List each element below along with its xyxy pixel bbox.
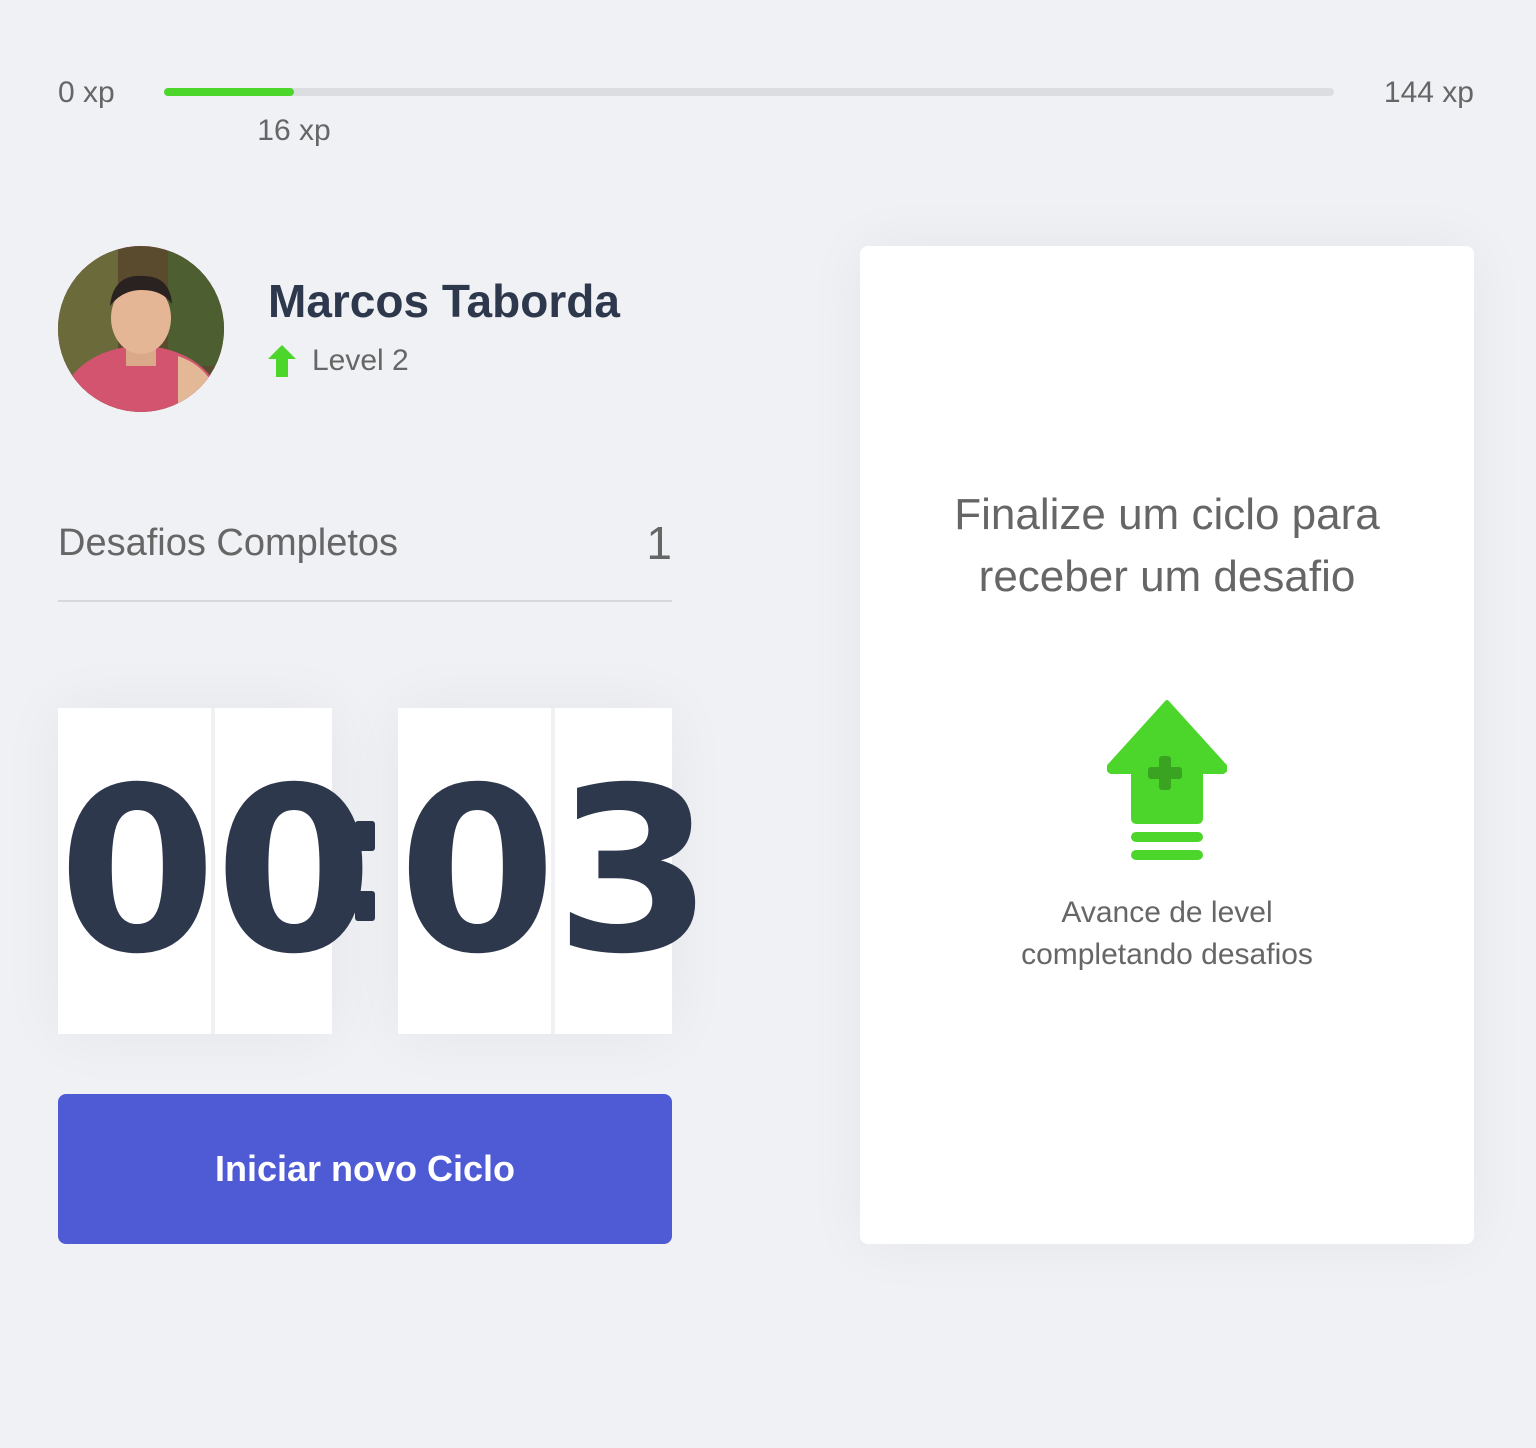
profile-level: Level 2: [268, 344, 409, 378]
start-cycle-button[interactable]: Iniciar novo Ciclo: [58, 1094, 672, 1244]
moveit-page: 0 xp 16 xp 144 xp Marcos Taborda Level 2…: [0, 0, 1536, 1448]
level-up-arrow-icon: [268, 345, 296, 377]
xp-max-label: 144 xp: [1383, 76, 1474, 109]
completed-challenges-count: 1: [646, 517, 672, 569]
profile-name: Marcos Taborda: [268, 275, 620, 327]
countdown: 0 0 0 3: [58, 708, 713, 1034]
second-digit-right: 3: [554, 738, 714, 1004]
challenge-box: Finalize um ciclo para receber um desafi…: [860, 246, 1474, 1244]
countdown-minutes: 0 0: [58, 708, 373, 1034]
completed-challenges-label: Desafios Completos: [58, 522, 399, 564]
xp-progress-fill: [164, 88, 294, 96]
xp-current-label: 16 xp: [257, 114, 331, 147]
xp-track: [164, 88, 1334, 96]
completed-challenges: Desafios Completos 1: [58, 516, 672, 602]
avatar-image: [58, 246, 224, 412]
second-digit-left: 0: [398, 708, 557, 1034]
profile-level-label: Level 2: [312, 344, 409, 377]
colon-dot-top: [355, 821, 375, 851]
minute-digit-left: 0: [58, 708, 217, 1034]
countdown-seconds: 0 3: [398, 708, 713, 1034]
xp-min-label: 0 xp: [58, 76, 115, 109]
colon-dot-bottom: [355, 891, 375, 921]
challenge-box-text: Avance de level completando desafios: [1021, 896, 1313, 971]
countdown-separator: [332, 708, 398, 1034]
challenge-box-title: Finalize um ciclo para receber um desafi…: [954, 490, 1380, 601]
level-up-icon: [1107, 700, 1227, 860]
avatar: [58, 246, 224, 412]
